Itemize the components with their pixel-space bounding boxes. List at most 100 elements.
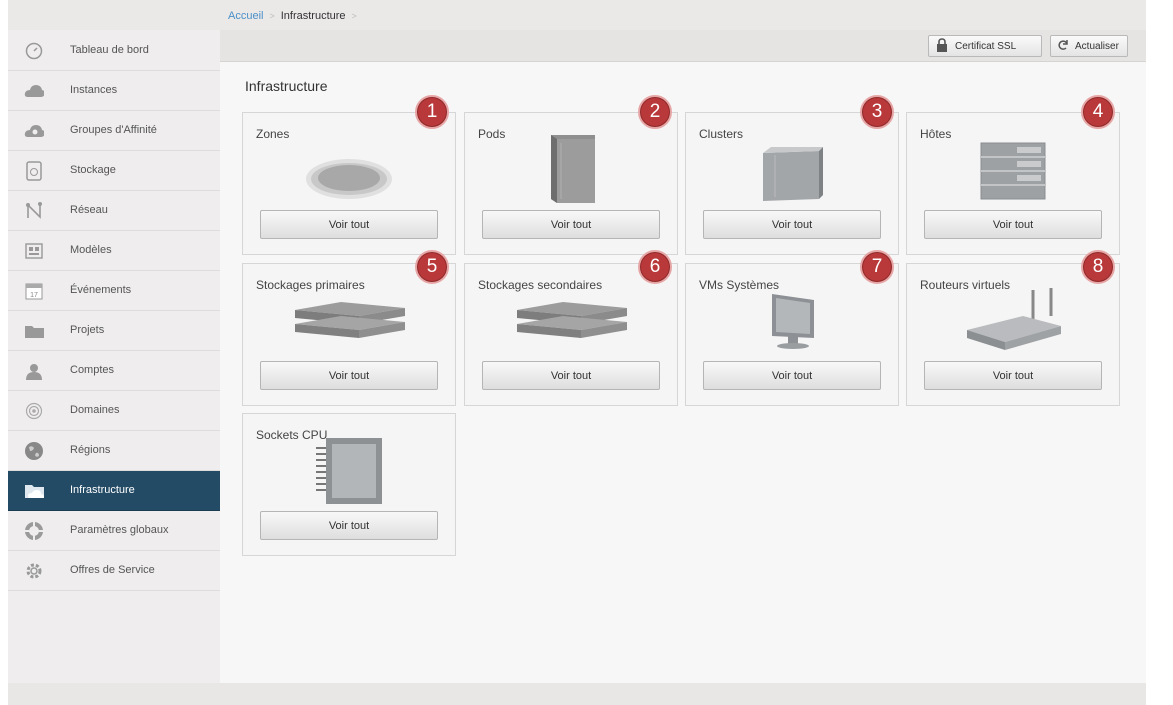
zone-icon [304,157,394,206]
breadcrumb-current: Infrastructure [280,10,346,22]
cluster-icon [757,145,827,210]
card-zones: Zones Voir tout [242,112,456,255]
sidebar-item-events[interactable]: 17 Événements [8,271,220,311]
sidebar-item-dashboard[interactable]: Tableau de bord [8,31,220,71]
card-title: Stockages secondaires [478,278,603,292]
breadcrumb-separator: > [351,11,357,21]
secondary-storage-icon [511,298,631,345]
view-all-zones-button[interactable]: Voir tout [260,210,438,239]
network-icon [24,201,44,221]
card-virtual-routers: Routeurs virtuels Voir tout [906,263,1120,406]
badge-number: 5 [415,250,449,284]
sidebar-item-label: Comptes [70,364,115,376]
sidebar-item-templates[interactable]: Modèles [8,231,220,271]
card-title: Pods [478,127,506,141]
badge-number: 2 [638,95,672,129]
view-all-primary-storage-button[interactable]: Voir tout [260,361,438,390]
sidebar-item-label: Infrastructure [70,484,135,496]
lock-icon [935,37,949,55]
card-cpu-sockets: Sockets CPU Voir tout [242,413,456,556]
cloud-icon [24,81,44,101]
infrastructure-icon [24,481,44,501]
templates-icon [24,241,44,261]
view-all-pods-button[interactable]: Voir tout [482,210,660,239]
view-all-secondary-storage-button[interactable]: Voir tout [482,361,660,390]
card-title: Stockages primaires [256,278,365,292]
view-all-cpu-sockets-button[interactable]: Voir tout [260,511,438,540]
cpu-icon [312,432,386,513]
pod-icon [543,131,599,210]
card-secondary-storage: Stockages secondaires Voir tout [464,263,678,406]
sidebar-item-label: Groupes d'Affinité [70,124,157,136]
card-title: Hôtes [920,127,952,141]
sidebar-item-projects[interactable]: Projets [8,311,220,351]
badge-number: 8 [1081,250,1115,284]
sidebar: Tableau de bord Instances Groupes d'Affi… [8,30,220,683]
dashboard-icon [24,41,44,61]
refresh-button[interactable]: Actualiser [1050,35,1128,57]
sidebar-item-label: Projets [70,324,105,336]
sidebar-item-accounts[interactable]: Comptes [8,351,220,391]
refresh-icon [1057,39,1069,54]
view-all-virtual-routers-button[interactable]: Voir tout [924,361,1102,390]
card-title: VMs Systèmes [699,278,780,292]
footer-band [8,683,1146,705]
ssl-certificate-label: Certificat SSL [955,40,1017,52]
domain-icon [24,401,44,421]
card-clusters: Clusters Voir tout [685,112,899,255]
host-icon [977,139,1049,208]
sidebar-item-domains[interactable]: Domaines [8,391,220,431]
sidebar-item-global-settings[interactable]: Paramètres globaux [8,511,220,551]
sidebar-item-regions[interactable]: Régions [8,431,220,471]
card-hosts: Hôtes Voir tout [906,112,1120,255]
badge-number: 3 [860,95,894,129]
breadcrumb-home-link[interactable]: Accueil [228,10,263,22]
user-icon [24,361,44,381]
sidebar-item-network[interactable]: Réseau [8,191,220,231]
toolbar: Certificat SSL Actualiser [220,30,1146,62]
monitor-icon [762,292,822,355]
sidebar-item-label: Instances [70,84,118,96]
card-pods: Pods Voir tout [464,112,678,255]
sidebar-item-label: Offres de Service [70,564,155,576]
sidebar-item-label: Stockage [70,164,116,176]
breadcrumb: Accueil > Infrastructure > [228,10,357,22]
globe-icon [24,441,44,461]
view-all-system-vms-button[interactable]: Voir tout [703,361,881,390]
sidebar-item-label: Domaines [70,404,120,416]
folder-icon [24,321,44,341]
sidebar-item-service-offerings[interactable]: Offres de Service [8,551,220,591]
badge-number: 6 [638,250,672,284]
sidebar-item-storage[interactable]: Stockage [8,151,220,191]
badge-number: 1 [415,95,449,129]
primary-storage-icon [289,298,409,345]
sidebar-item-label: Régions [70,444,111,456]
sidebar-item-label: Réseau [70,204,108,216]
svg-text:17: 17 [30,292,38,299]
card-system-vms: VMs Systèmes Voir tout [685,263,899,406]
view-all-hosts-button[interactable]: Voir tout [924,210,1102,239]
card-title: Clusters [699,127,744,141]
router-icon [961,286,1065,357]
sidebar-item-affinity-groups[interactable]: Groupes d'Affinité [8,111,220,151]
sidebar-item-label: Paramètres globaux [70,524,169,536]
sidebar-item-label: Tableau de bord [70,44,149,56]
ssl-certificate-button[interactable]: Certificat SSL [928,35,1042,57]
page-title: Infrastructure [245,78,328,94]
card-title: Sockets CPU [256,428,328,442]
sidebar-item-instances[interactable]: Instances [8,71,220,111]
gear-icon [24,561,44,581]
sidebar-item-infrastructure[interactable]: Infrastructure [8,471,220,511]
storage-icon [24,161,44,181]
refresh-label: Actualiser [1075,40,1119,52]
badge-number: 4 [1081,95,1115,129]
global-settings-icon [24,521,44,541]
card-primary-storage: Stockages primaires Voir tout [242,263,456,406]
calendar-icon: 17 [24,281,44,301]
badge-number: 7 [860,250,894,284]
view-all-clusters-button[interactable]: Voir tout [703,210,881,239]
sidebar-item-label: Modèles [70,244,112,256]
sidebar-item-label: Événements [70,284,132,296]
breadcrumb-separator: > [269,11,275,21]
affinity-group-icon [24,121,44,141]
